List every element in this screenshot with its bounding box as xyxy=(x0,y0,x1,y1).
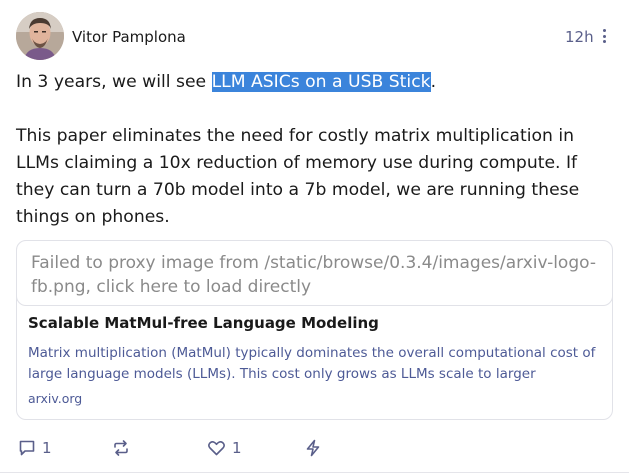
reply-icon xyxy=(18,439,36,457)
post-actions: 1 1 xyxy=(0,436,629,460)
post-timestamp: 12h xyxy=(565,28,594,46)
avatar-image xyxy=(16,12,64,60)
post-paragraph-2: This paper eliminates the need for costl… xyxy=(16,126,580,227)
link-description: Matrix multiplication (MatMul) typically… xyxy=(28,345,596,382)
zap-button[interactable] xyxy=(304,436,322,460)
post-content: In 3 years, we will see LLM ASICs on a U… xyxy=(16,69,616,231)
post-text-lead: In 3 years, we will see xyxy=(16,72,212,92)
post-text-period: . xyxy=(430,72,437,92)
like-button[interactable]: 1 xyxy=(207,436,242,460)
more-options-icon[interactable] xyxy=(598,26,610,46)
zap-icon xyxy=(304,439,322,457)
post-paragraph-1: In 3 years, we will see LLM ASICs on a U… xyxy=(16,69,616,96)
link-preview-card[interactable]: Failed to proxy image from /static/brows… xyxy=(16,240,613,420)
note-post: Vitor Pamplona 12h In 3 years, we will s… xyxy=(0,0,629,473)
author-name[interactable]: Vitor Pamplona xyxy=(72,28,186,46)
reply-button[interactable]: 1 xyxy=(18,436,52,460)
image-load-error[interactable]: Failed to proxy image from /static/brows… xyxy=(17,241,612,306)
like-count: 1 xyxy=(232,439,242,457)
repost-button[interactable] xyxy=(112,436,130,460)
link-domain: arxiv.org xyxy=(28,391,83,406)
selected-text: LLM ASICs on a USB Stick xyxy=(211,72,431,92)
reply-count: 1 xyxy=(42,439,52,457)
avatar[interactable] xyxy=(16,12,64,60)
repost-icon xyxy=(112,439,130,457)
like-icon xyxy=(207,439,226,457)
link-title[interactable]: Scalable MatMul-free Language Modeling xyxy=(28,314,379,332)
